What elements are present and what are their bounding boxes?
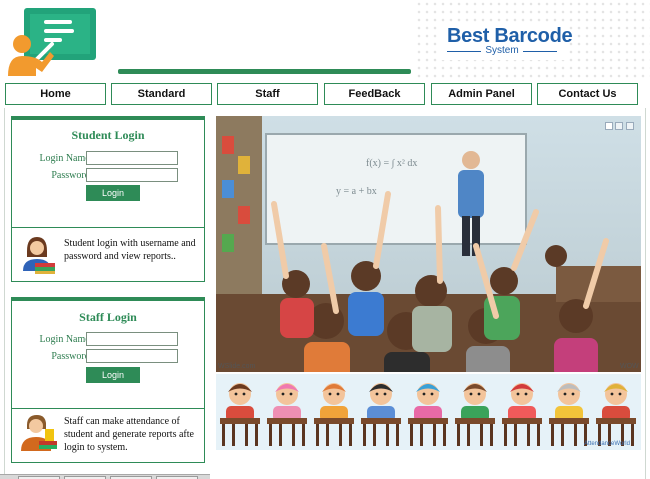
students-cartoon-strip xyxy=(216,374,641,450)
nav-item-feedback[interactable]: FeedBack xyxy=(324,83,425,105)
slide-dot-1[interactable] xyxy=(605,122,613,130)
classroom-slideshow[interactable]: f(x) = ∫ x² dx y = a + bx WSlide.com WOW xyxy=(216,116,641,372)
staff-login-description: Staff can make attendance of student and… xyxy=(64,416,194,453)
student-login-description: Student login with username and password… xyxy=(64,238,196,262)
nav-item-admin-panel[interactable]: Admin Panel xyxy=(431,83,532,105)
staff-panel-divider xyxy=(12,408,204,409)
student-login-name-input[interactable] xyxy=(86,151,178,165)
staff-login-name-input[interactable] xyxy=(86,332,178,346)
svg-text:y = a + bx: y = a + bx xyxy=(336,186,377,197)
slide-dot-3[interactable] xyxy=(626,122,634,130)
student-reading-icon xyxy=(23,237,55,274)
nav-item-standard[interactable]: Standard xyxy=(111,83,212,105)
slideshow-watermark-left: WSlide.com xyxy=(218,363,256,370)
staff-login-panel: Staff Login Login Name : Password : Logi… xyxy=(11,297,205,463)
student-panel-divider xyxy=(12,227,204,228)
student-password-label: Password : xyxy=(51,170,95,181)
slide-dot-2[interactable] xyxy=(615,122,623,130)
teacher-at-desk-icon xyxy=(21,415,57,451)
brand-subtitle: System xyxy=(447,45,557,56)
header-accent-bar xyxy=(118,69,411,74)
nav-item-staff[interactable]: Staff xyxy=(217,83,318,105)
slideshow-watermark-right: WOW xyxy=(620,363,639,370)
student-login-button[interactable]: Login xyxy=(86,185,140,201)
taskbar-fragment xyxy=(0,474,210,479)
cartoon-students-illustration xyxy=(220,383,636,446)
strip-watermark: AttendanceWorld xyxy=(584,441,630,447)
student-login-name-label: Login Name : xyxy=(39,153,95,164)
staff-password-input[interactable] xyxy=(86,349,178,363)
student-password-input[interactable] xyxy=(86,168,178,182)
staff-login-button[interactable]: Login xyxy=(86,367,140,383)
site-header: Best Barcode System xyxy=(0,0,650,78)
classroom-photo: f(x) = ∫ x² dx y = a + bx xyxy=(216,116,641,372)
student-login-panel: Student Login Login Name : Password : Lo… xyxy=(11,116,205,282)
nav-item-home[interactable]: Home xyxy=(5,83,106,105)
staff-login-name-label: Login Name : xyxy=(39,334,95,345)
main-nav: Home Standard Staff FeedBack Admin Panel… xyxy=(5,83,645,105)
staff-password-label: Password : xyxy=(51,351,95,362)
nav-item-contact-us[interactable]: Contact Us xyxy=(537,83,638,105)
svg-text:f(x) = ∫ x² dx: f(x) = ∫ x² dx xyxy=(366,158,417,169)
teacher-logo-icon[interactable] xyxy=(6,6,98,76)
student-login-title: Student Login xyxy=(71,128,145,142)
staff-login-title: Staff Login xyxy=(79,310,137,324)
